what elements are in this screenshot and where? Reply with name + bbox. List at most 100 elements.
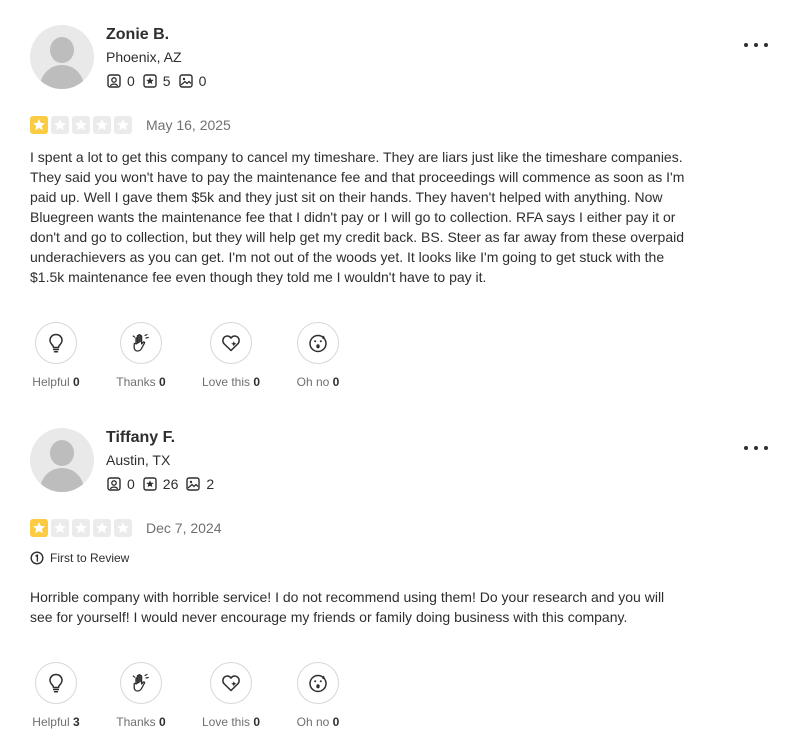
review-card: Zonie B. Phoenix, AZ 0 5 0 May 16, 2025 …	[0, 0, 802, 400]
photos-stat: 2	[186, 476, 214, 492]
love-this-label: Love this 0	[201, 375, 261, 389]
photo-icon	[186, 477, 201, 491]
reviews-stat: 26	[143, 476, 179, 492]
love-this-circle	[210, 662, 252, 704]
review-card: Tiffany F. Austin, TX 0 26 2 Dec 7, 2024…	[0, 403, 802, 732]
helpful-count: 0	[73, 375, 80, 389]
oh-no-label: Oh no 0	[296, 375, 340, 389]
reviews-stat: 5	[143, 73, 171, 89]
friends-stat: 0	[107, 476, 135, 492]
oh-no-circle	[297, 662, 339, 704]
thanks-count: 0	[159, 715, 166, 729]
avatar-body	[40, 65, 84, 89]
dot-icon	[754, 43, 758, 47]
more-options-button[interactable]	[742, 441, 770, 455]
user-name[interactable]: Tiffany F.	[106, 429, 175, 447]
reviews-count: 26	[162, 476, 179, 492]
thanks-circle	[120, 322, 162, 364]
star-icon	[93, 116, 111, 134]
love-this-label: Love this 0	[201, 715, 261, 729]
helpful-label: Helpful 3	[32, 715, 80, 729]
user-name[interactable]: Zonie B.	[106, 26, 169, 44]
heart-sparkle-icon	[222, 335, 240, 352]
oh-no-count: 0	[332, 375, 340, 389]
dot-icon	[754, 446, 758, 450]
friends-count: 0	[127, 73, 135, 89]
star-icon	[30, 519, 48, 537]
avatar-head	[50, 440, 74, 466]
user-stats: 0 5 0	[107, 73, 214, 89]
photos-stat: 0	[178, 73, 207, 89]
thanks-button[interactable]: Thanks 0	[113, 662, 169, 729]
lightbulb-icon	[49, 673, 63, 693]
oh-no-button[interactable]: Oh no 0	[293, 662, 343, 729]
love-this-count: 0	[253, 375, 261, 389]
waving-hand-icon	[132, 333, 149, 352]
star-icon	[72, 116, 90, 134]
photos-count: 2	[206, 476, 215, 492]
dot-icon	[764, 43, 768, 47]
friends-icon	[107, 74, 121, 88]
helpful-button[interactable]: Helpful 0	[28, 322, 84, 389]
oh-no-count: 0	[332, 715, 340, 729]
reaction-bar: Helpful 3 Thanks 0 Love this 0 Oh no 0	[28, 662, 343, 729]
review-date: Dec 7, 2024	[146, 520, 222, 536]
helpful-button[interactable]: Helpful 3	[28, 662, 84, 729]
star-rating	[30, 116, 135, 134]
thanks-label: Thanks 0	[116, 375, 166, 389]
first-to-review-badge: First to Review	[30, 551, 129, 565]
star-icon	[114, 519, 132, 537]
photo-icon	[178, 74, 193, 88]
helpful-circle	[35, 322, 77, 364]
heart-sparkle-icon	[222, 675, 240, 692]
oh-no-label: Oh no 0	[296, 715, 340, 729]
oh-no-circle	[297, 322, 339, 364]
review-star-icon	[143, 74, 157, 88]
waving-hand-icon	[132, 673, 149, 692]
helpful-label: Helpful 0	[32, 375, 80, 389]
review-star-icon	[143, 477, 157, 491]
shocked-face-icon	[309, 674, 327, 693]
reviews-count: 5	[162, 73, 171, 89]
thanks-circle	[120, 662, 162, 704]
dot-icon	[764, 446, 768, 450]
review-date: May 16, 2025	[146, 117, 231, 133]
love-this-button[interactable]: Love this 0	[199, 322, 263, 389]
star-rating	[30, 519, 135, 537]
review-text: I spent a lot to get this company to can…	[30, 149, 685, 285]
avatar-body	[40, 468, 84, 492]
user-stats: 0 26 2	[107, 476, 222, 492]
user-location: Phoenix, AZ	[106, 49, 182, 65]
helpful-count: 3	[73, 715, 80, 729]
helpful-circle	[35, 662, 77, 704]
review-text: Horrible company with horrible service! …	[30, 589, 665, 625]
badge-label: First to Review	[50, 551, 130, 565]
dot-icon	[744, 43, 748, 47]
more-options-button[interactable]	[742, 38, 770, 52]
first-review-icon	[30, 551, 44, 565]
thanks-button[interactable]: Thanks 0	[113, 322, 169, 389]
avatar[interactable]	[30, 428, 94, 492]
user-location: Austin, TX	[106, 452, 171, 468]
star-icon	[30, 116, 48, 134]
avatar-head	[50, 37, 74, 63]
friends-icon	[107, 477, 121, 491]
love-this-circle	[210, 322, 252, 364]
dot-icon	[744, 446, 748, 450]
thanks-count: 0	[159, 375, 166, 389]
shocked-face-icon	[309, 334, 327, 353]
star-icon	[93, 519, 111, 537]
thanks-label: Thanks 0	[116, 715, 166, 729]
star-icon	[51, 116, 69, 134]
love-this-button[interactable]: Love this 0	[199, 662, 263, 729]
oh-no-button[interactable]: Oh no 0	[293, 322, 343, 389]
friends-stat: 0	[107, 73, 135, 89]
friends-count: 0	[127, 476, 135, 492]
avatar[interactable]	[30, 25, 94, 89]
star-icon	[72, 519, 90, 537]
lightbulb-icon	[49, 333, 63, 353]
photos-count: 0	[198, 73, 207, 89]
reaction-bar: Helpful 0 Thanks 0 Love this 0 Oh no 0	[28, 322, 343, 389]
love-this-count: 0	[253, 715, 261, 729]
star-icon	[51, 519, 69, 537]
